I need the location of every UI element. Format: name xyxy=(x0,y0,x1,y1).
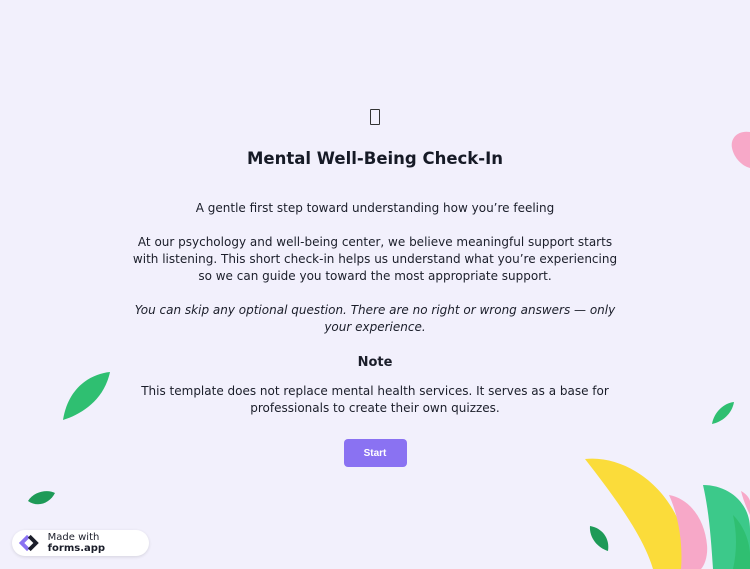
intro-paragraph: At our psychology and well-being center,… xyxy=(132,235,618,283)
badge-brand: forms.app xyxy=(47,543,106,554)
green-leaf-right-small xyxy=(712,402,734,424)
flower-bottom-right xyxy=(585,458,750,569)
badge-text: Made with forms.app xyxy=(48,532,149,554)
subtitle-text: A gentle first step toward understanding… xyxy=(195,201,555,215)
green-leaf-left xyxy=(63,372,110,420)
badge-prefix: Made with xyxy=(47,532,100,543)
note-heading: Note xyxy=(357,355,393,370)
start-button[interactable]: Start xyxy=(343,439,407,467)
pink-petal-top-right xyxy=(731,131,750,168)
image-placeholder-icon xyxy=(370,109,380,125)
dark-green-leaf-bottom-left xyxy=(28,491,55,505)
optional-question-note: You can skip any optional question. Ther… xyxy=(134,303,616,334)
note-body: This template does not replace mental he… xyxy=(141,384,609,415)
page-title: Mental Well-Being Check-In xyxy=(247,149,503,168)
page: Mental Well-Being Check-In A gentle firs… xyxy=(0,0,750,569)
made-with-forms-app-badge[interactable]: Made with forms.app xyxy=(12,530,149,556)
forms-app-logo xyxy=(18,534,39,552)
welcome-screen: Mental Well-Being Check-In A gentle firs… xyxy=(125,100,625,467)
